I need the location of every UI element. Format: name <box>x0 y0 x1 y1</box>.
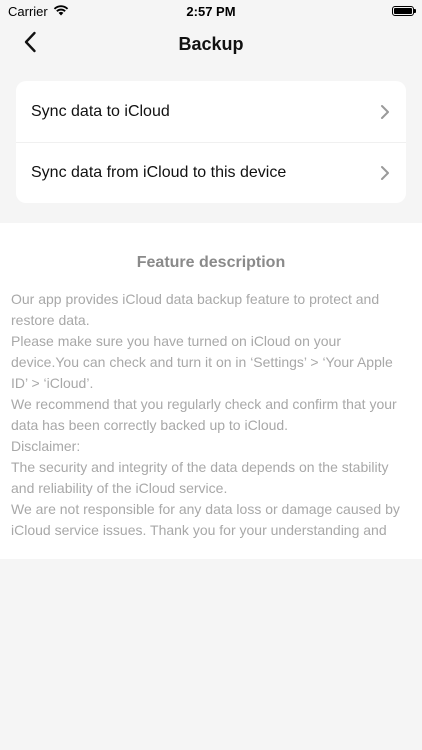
chevron-left-icon <box>23 31 37 58</box>
carrier-label: Carrier <box>8 3 48 19</box>
status-right <box>392 6 422 16</box>
feature-description-section: Feature description Our app provides iCl… <box>0 223 422 559</box>
feature-description-title: Feature description <box>136 254 286 271</box>
chevron-right-icon <box>380 104 390 120</box>
battery-icon <box>392 6 416 16</box>
description-paragraph: The security and integrity of the data d… <box>11 459 389 496</box>
page-title: Backup <box>178 33 244 54</box>
status-left: Carrier <box>0 4 69 19</box>
description-paragraph: Please make sure you have turned on iClo… <box>11 333 393 391</box>
navigation-bar: Backup <box>0 22 422 66</box>
sync-to-icloud-label: Sync data to iCloud <box>31 102 170 120</box>
description-paragraph: We recommend that you regularly check an… <box>11 396 397 433</box>
sync-options-card: Sync data to iCloud Sync data from iClou… <box>16 81 406 203</box>
feature-description-body: Our app provides iCloud data backup feat… <box>11 289 411 541</box>
sync-from-icloud-item[interactable]: Sync data from iCloud to this device <box>16 142 406 203</box>
sync-from-icloud-label: Sync data from iCloud to this device <box>31 164 287 181</box>
description-paragraph: Our app provides iCloud data backup feat… <box>11 291 380 328</box>
back-button[interactable] <box>14 28 46 60</box>
description-paragraph: We are not responsible for any data loss… <box>11 501 400 538</box>
status-bar: Carrier 2:57 PM <box>0 0 422 22</box>
chevron-right-icon <box>380 165 390 181</box>
sync-to-icloud-item[interactable]: Sync data to iCloud <box>16 81 406 142</box>
wifi-icon <box>53 4 69 19</box>
disclaimer-heading: Disclaimer: <box>11 438 81 454</box>
